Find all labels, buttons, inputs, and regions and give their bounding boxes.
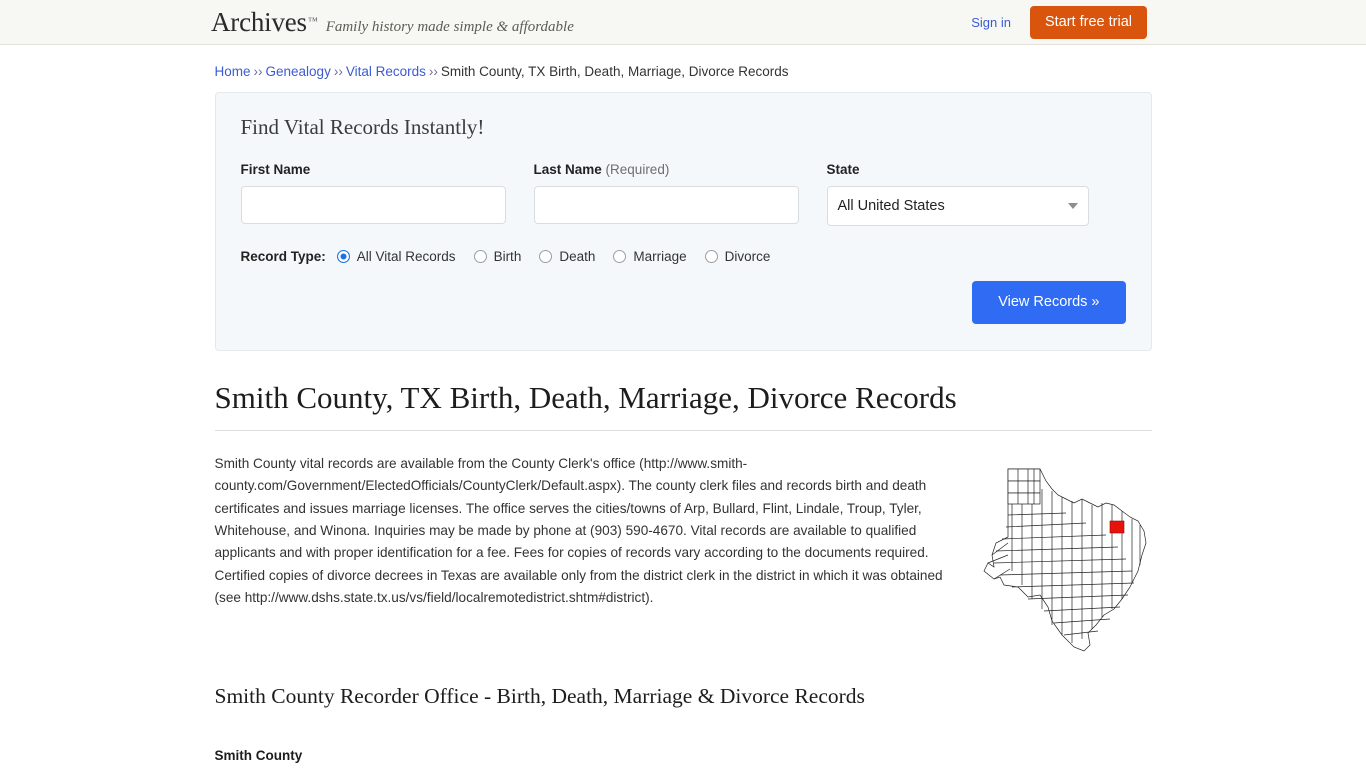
- recorder-office-heading: Smith County Recorder Office - Birth, De…: [214, 684, 865, 709]
- site-logo[interactable]: Archives ™ Family history made simple & a…: [211, 6, 574, 37]
- site-header: Archives ™ Family history made simple & a…: [0, 0, 1366, 45]
- state-label: State: [826, 162, 860, 177]
- radio-option-all-vital-records[interactable]: All Vital Records: [336, 249, 456, 264]
- record-type-label: Record Type:: [240, 249, 326, 264]
- last-name-required-note: (Required): [605, 162, 670, 177]
- state-select-wrap: All United States: [826, 186, 1089, 226]
- breadcrumb-item-genealogy[interactable]: Genealogy: [266, 64, 331, 79]
- search-submit-row: View Records »: [241, 281, 1126, 324]
- search-panel-title: Find Vital Records Instantly!: [240, 115, 485, 139]
- texas-county-map-icon: [983, 468, 1146, 652]
- smith-county-highlight: [1109, 520, 1124, 534]
- recorder-office-address: Smith County PO Box 1018 Tyler, TX 75710…: [215, 745, 1152, 768]
- radio-icon[interactable]: [613, 250, 627, 263]
- content-wrapper: Home ›› Genealogy ›› Vital Records ›› Smith Co…: [214, 45, 1152, 768]
- radio-option-marriage[interactable]: Marriage: [613, 249, 687, 264]
- radio-option-birth[interactable]: Birth: [473, 249, 522, 264]
- record-type-row: Record Type: All Vital Records Birth Dea…: [241, 249, 1126, 264]
- radio-option-divorce[interactable]: Divorce: [704, 249, 771, 264]
- radio-label-marriage: Marriage: [633, 249, 687, 264]
- intro-section: Smith County vital records are available…: [215, 453, 1152, 655]
- search-fields-row: First Name Last Name (Required) State Al…: [240, 162, 1126, 226]
- vital-records-search-panel: Find Vital Records Instantly! First Name…: [214, 92, 1152, 351]
- page-title: Smith County, TX Birth, Death, Marriage,…: [214, 380, 1152, 432]
- radio-option-death[interactable]: Death: [539, 249, 595, 264]
- first-name-label: First Name: [240, 162, 311, 177]
- breadcrumb-item-vital-records[interactable]: Vital Records: [346, 64, 426, 79]
- breadcrumb-separator: ››: [333, 64, 343, 79]
- sign-in-link[interactable]: Sign in: [971, 15, 1011, 30]
- breadcrumb-item-current: Smith County, TX Birth, Death, Marriage,…: [440, 64, 789, 79]
- last-name-label: Last Name (Required): [534, 162, 799, 177]
- page-root: Archives ™ Family history made simple & a…: [0, 0, 1366, 768]
- radio-label-death: Death: [559, 249, 596, 264]
- radio-icon[interactable]: [704, 250, 718, 263]
- breadcrumb: Home ›› Genealogy ›› Vital Records ›› Smith Co…: [215, 45, 1152, 89]
- radio-label-divorce: Divorce: [724, 249, 771, 264]
- map-column: [952, 453, 1152, 655]
- radio-icon-selected[interactable]: [336, 250, 350, 263]
- radio-icon[interactable]: [539, 250, 553, 263]
- last-name-label-text: Last Name: [533, 162, 602, 177]
- breadcrumb-separator: ››: [253, 64, 263, 79]
- brand-tagline: Family history made simple & affordable: [325, 18, 574, 35]
- last-name-field-group: Last Name (Required): [533, 162, 799, 226]
- intro-paragraph: Smith County vital records are available…: [214, 456, 943, 605]
- view-records-button[interactable]: View Records »: [972, 281, 1126, 324]
- radio-label-all-vital-records: All Vital Records: [356, 249, 456, 264]
- state-field-group: State All United States: [826, 162, 1089, 226]
- header-actions: Sign in Start free trial: [971, 0, 1147, 45]
- start-free-trial-button[interactable]: Start free trial: [1029, 6, 1147, 39]
- last-name-input[interactable]: [533, 186, 799, 224]
- first-name-field-group: First Name: [240, 162, 506, 226]
- brand-name: Archives: [211, 6, 307, 37]
- address-office-name: Smith County: [214, 748, 303, 764]
- state-select[interactable]: All United States: [826, 186, 1089, 226]
- trademark-icon: ™: [307, 15, 318, 27]
- radio-icon[interactable]: [473, 250, 487, 263]
- breadcrumb-separator: ››: [428, 64, 438, 79]
- radio-label-birth: Birth: [493, 249, 522, 264]
- first-name-input[interactable]: [240, 186, 506, 224]
- breadcrumb-item-home[interactable]: Home: [215, 64, 251, 79]
